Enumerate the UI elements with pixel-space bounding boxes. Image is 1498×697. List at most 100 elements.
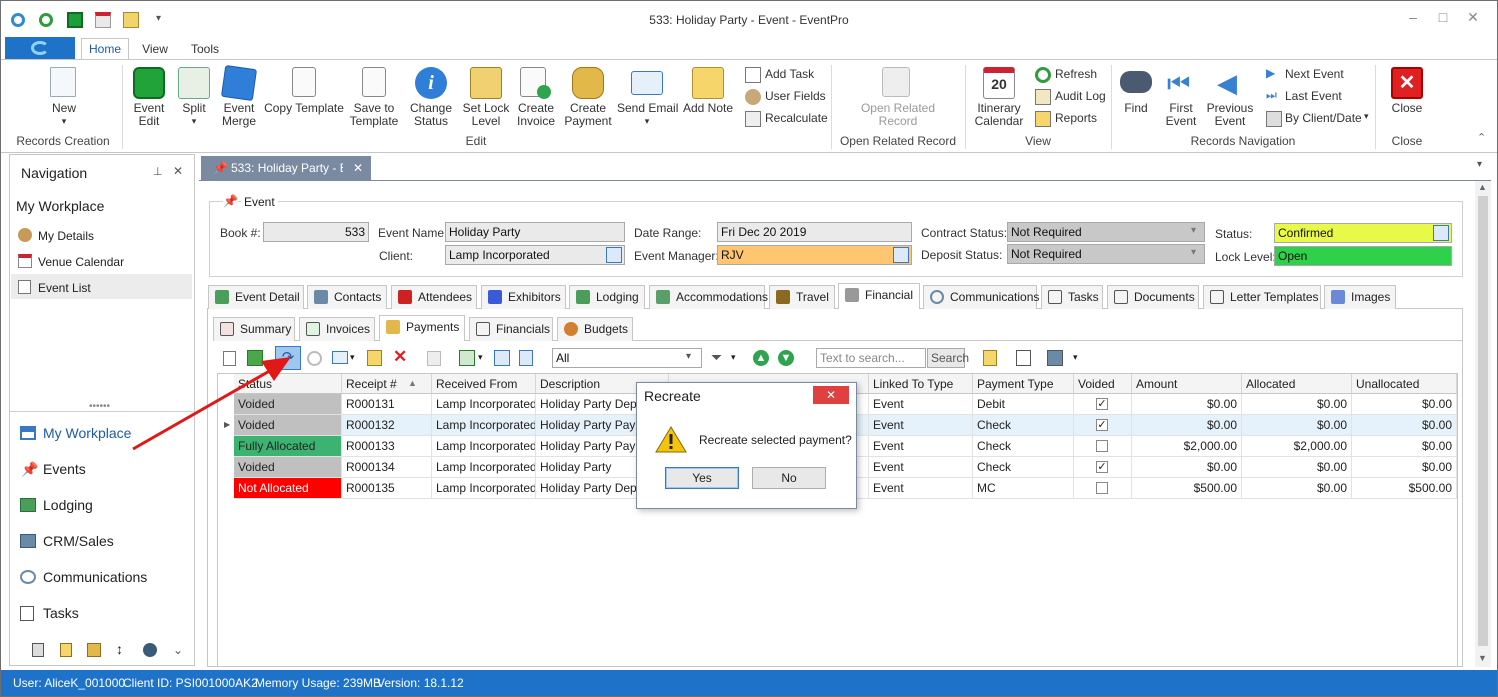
voided-checkbox[interactable]	[1096, 440, 1108, 452]
find-button[interactable]: Find	[1117, 65, 1155, 131]
subtab-payments[interactable]: Payments	[379, 315, 465, 341]
column-header[interactable]: Linked To Type	[869, 374, 973, 394]
tab-accommodations[interactable]: Accommodations	[649, 285, 768, 309]
table-cell[interactable]: $0.00	[1242, 415, 1352, 436]
maximize-icon[interactable]: □	[1435, 9, 1451, 25]
table-cell[interactable]: R000134	[342, 457, 432, 478]
tab-tools[interactable]: Tools	[183, 39, 227, 59]
table-cell[interactable]: Check	[973, 457, 1074, 478]
subtab-invoices[interactable]: Invoices	[299, 317, 375, 341]
new-button[interactable]: New ▾	[41, 65, 87, 135]
create-payment-button[interactable]: Create Payment	[563, 65, 613, 131]
deposit-status-dropdown-icon[interactable]: ▾	[1191, 247, 1196, 258]
table-cell[interactable]: R000135	[342, 478, 432, 499]
tab-financial[interactable]: Financial	[838, 283, 920, 309]
table-cell[interactable]: $0.00	[1352, 394, 1457, 415]
scroll-down-icon[interactable]: ▼	[1478, 653, 1487, 663]
table-cell[interactable]: Check	[973, 415, 1074, 436]
tab-documents[interactable]: Documents	[1107, 285, 1199, 309]
column-header[interactable]: Allocated	[1242, 374, 1352, 394]
move-down-icon[interactable]: ▼	[778, 350, 794, 366]
notes-nav-icon[interactable]	[60, 643, 72, 657]
deposit-status-select[interactable]: Not Required	[1007, 244, 1205, 264]
collapse-ribbon-icon[interactable]: ⌃	[1477, 131, 1486, 144]
move-up-icon[interactable]: ▲	[753, 350, 769, 366]
sort-nav-icon[interactable]: ↕	[116, 641, 123, 657]
table-cell[interactable]: $0.00	[1242, 457, 1352, 478]
date-range-field[interactable]: Fri Dec 20 2019	[717, 222, 912, 242]
nav-link-event-list[interactable]: Event List	[38, 281, 91, 295]
client-lookup-icon[interactable]	[606, 247, 622, 263]
tab-communications[interactable]: Communications	[923, 285, 1039, 309]
module-crm-sales[interactable]: CRM/Sales	[43, 533, 114, 549]
scrollbar-thumb[interactable]	[1478, 196, 1488, 646]
table-cell[interactable]: ✓	[1074, 394, 1132, 415]
status-cell[interactable]: Voided	[234, 457, 342, 478]
save-layout-icon[interactable]	[1047, 350, 1063, 366]
manager-lookup-icon[interactable]	[893, 247, 909, 263]
copy-template-button[interactable]: Copy Template	[264, 65, 344, 131]
itinerary-calendar-button[interactable]: 20 Itinerary Calendar	[973, 65, 1025, 131]
event-manager-field[interactable]: RJV	[717, 245, 912, 265]
save-layout-dropdown-icon[interactable]: ▾	[1073, 352, 1078, 363]
table-cell[interactable]: $0.00	[1132, 415, 1242, 436]
voided-checkbox[interactable]: ✓	[1096, 419, 1108, 431]
dialog-close-button[interactable]: ✕	[813, 386, 849, 404]
doc-tab-list-icon[interactable]: ▾	[1477, 159, 1482, 170]
tab-exhibitors[interactable]: Exhibitors	[481, 285, 566, 309]
table-cell[interactable]: $2,000.00	[1132, 436, 1242, 457]
scroll-up-icon[interactable]: ▲	[1478, 182, 1487, 192]
add-note-button[interactable]: Add Note	[682, 65, 734, 131]
payments-nav-icon[interactable]	[87, 643, 101, 657]
tab-images[interactable]: Images	[1324, 285, 1396, 309]
table-cell[interactable]: Event	[869, 394, 973, 415]
table-cell[interactable]: $500.00	[1352, 478, 1457, 499]
tab-lodging[interactable]: Lodging	[569, 285, 645, 309]
tab-tasks[interactable]: Tasks	[1041, 285, 1103, 309]
tab-attendees[interactable]: Attendees	[391, 285, 477, 309]
report-toolbar-icon[interactable]	[983, 350, 997, 366]
subtab-budgets[interactable]: Budgets	[557, 317, 633, 341]
table-cell[interactable]: R000131	[342, 394, 432, 415]
table-cell[interactable]: $0.00	[1352, 436, 1457, 457]
event-edit-button[interactable]: Event Edit	[129, 65, 169, 131]
table-cell[interactable]: R000133	[342, 436, 432, 457]
column-header[interactable]: Amount	[1132, 374, 1242, 394]
open-record-icon[interactable]	[519, 350, 533, 366]
voided-checkbox[interactable]	[1096, 482, 1108, 494]
table-cell[interactable]: ✓	[1074, 457, 1132, 478]
calculator-nav-icon[interactable]	[32, 643, 44, 657]
voided-checkbox[interactable]: ✓	[1096, 398, 1108, 410]
more-modules-icon[interactable]: ⌄	[173, 643, 183, 657]
column-header[interactable]: Receipt #	[342, 374, 432, 394]
contract-status-dropdown-icon[interactable]: ▾	[1191, 225, 1196, 236]
search-button[interactable]: Search	[927, 348, 969, 368]
globe-nav-icon[interactable]	[143, 643, 157, 657]
sort-ascending-icon[interactable]: ▲	[408, 378, 417, 388]
filter-options-dropdown-icon[interactable]: ▾	[731, 352, 736, 363]
table-cell[interactable]: $0.00	[1352, 457, 1457, 478]
table-cell[interactable]: Event	[869, 415, 973, 436]
table-cell[interactable]	[1074, 436, 1132, 457]
search-input[interactable]: Text to search...	[816, 348, 926, 368]
tab-contacts[interactable]: Contacts	[307, 285, 387, 309]
table-cell[interactable]: Lamp Incorporated	[432, 394, 536, 415]
column-header[interactable]: Unallocated	[1352, 374, 1457, 394]
close-panel-icon[interactable]: ✕	[173, 164, 183, 178]
tab-event-detail[interactable]: Event Detail	[208, 285, 304, 309]
void-icon[interactable]	[307, 351, 322, 366]
doc-tab-close-icon[interactable]: ✕	[353, 156, 363, 180]
save-to-template-button[interactable]: Save to Template	[348, 65, 400, 131]
table-cell[interactable]: $500.00	[1132, 478, 1242, 499]
dialog-yes-button[interactable]: Yes	[665, 467, 739, 489]
table-cell[interactable]: Check	[973, 436, 1074, 457]
table-cell[interactable]: Lamp Incorporated	[432, 436, 536, 457]
table-cell[interactable]: $0.00	[1132, 457, 1242, 478]
set-lock-level-button[interactable]: Set Lock Level	[461, 65, 511, 131]
lock-level-field[interactable]: Open	[1274, 246, 1452, 266]
create-invoice-button[interactable]: Create Invoice	[513, 65, 559, 131]
table-cell[interactable]: Lamp Incorporated	[432, 457, 536, 478]
tab-travel[interactable]: Travel	[769, 285, 835, 309]
column-header[interactable]: Voided	[1074, 374, 1132, 394]
table-cell[interactable]: Lamp Incorporated	[432, 415, 536, 436]
